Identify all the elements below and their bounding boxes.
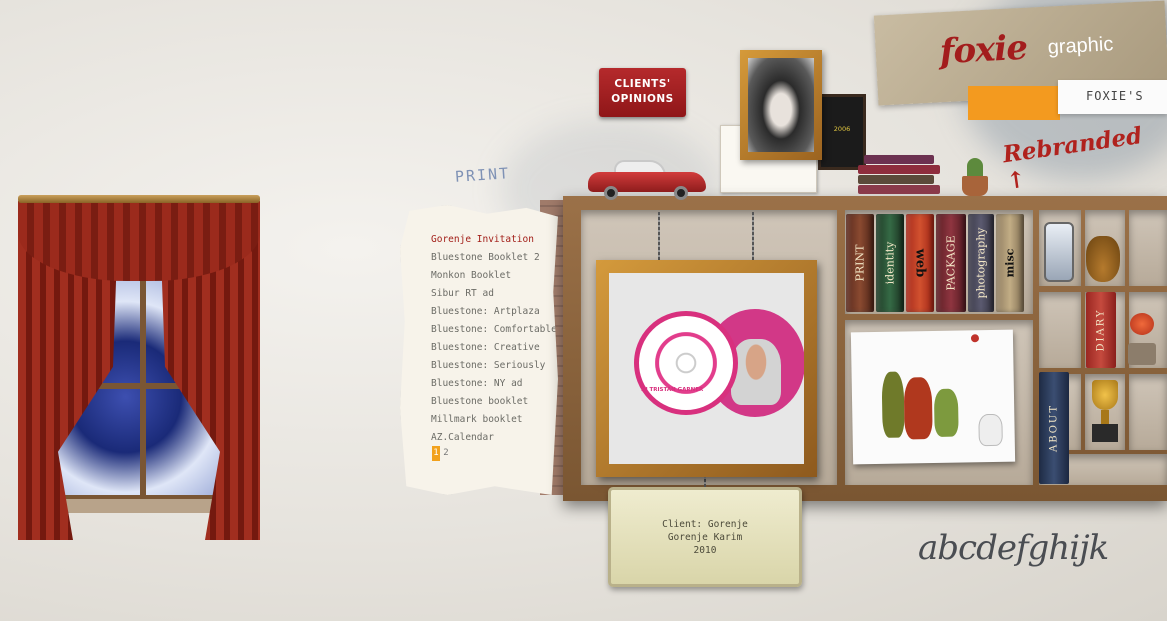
project-item[interactable]: Bluestone: Comfortable [431,321,557,339]
award-year: 2006 [833,125,851,133]
car-wheel [604,186,618,200]
bottle [881,371,905,438]
vase-icon [1086,236,1120,282]
project-item[interactable]: Gorenje Invitation [431,231,557,249]
cd-caption: DJ TRISTAN GARNER [641,387,704,393]
caption-project: Gorenje Karim [667,532,743,543]
trophy-icon [1088,380,1122,444]
caption-plaque: Client: Gorenje Gorenje Karim 2010 [608,487,802,587]
cactus-plant [960,158,990,196]
book-package[interactable]: PACKAGE [936,214,966,312]
clients-opinions-line2: OPINIONS [611,93,674,105]
project-item[interactable]: Bluestone: Creative [431,339,557,357]
project-item[interactable]: Bluestone: NY ad [431,375,557,393]
clients-opinions-line1: CLIENTS' [614,78,671,90]
project-item[interactable]: Sibur RT ad [431,285,557,303]
book-diary-label: DIARY [1095,308,1107,352]
page-2-button[interactable]: 2 [442,446,450,461]
logo-mark: foxie [938,27,1028,73]
cd-portrait [731,339,781,405]
window-scene [18,195,260,545]
about-book-link[interactable]: ABOUT [1039,372,1069,484]
book-web[interactable]: web [906,214,934,312]
cd-disc [634,311,738,415]
project-item[interactable]: AZ.Calendar [431,429,557,447]
shelf-compartment [1129,374,1167,450]
book-stack [858,155,940,201]
project-item[interactable]: Bluestone: Seriously [431,357,557,375]
project-item[interactable]: Monkon Booklet [431,267,557,285]
portfolio-preview-frame[interactable]: DJ TRISTAN GARNER [596,260,817,477]
book-misc[interactable]: misc [996,214,1024,312]
book-print-label: PRINT [853,244,867,282]
book-identity[interactable]: identity [876,214,904,312]
logo-word: graphic [1047,33,1114,59]
book-identity-label: identity [883,241,897,285]
toy-car [588,160,706,200]
book-package-label: PACKAGE [944,235,958,291]
project-item[interactable]: Bluestone: Artplaza [431,303,557,321]
hanging-chain [658,212,660,264]
bottle [933,388,959,437]
logo-tab-orange [968,86,1060,120]
portfolio-preview: DJ TRISTAN GARNER [609,273,804,464]
project-item[interactable]: Bluestone booklet [431,393,557,411]
portrait-frame [740,50,822,160]
car-wheel [674,186,688,200]
book-print[interactable]: PRINT [846,214,874,312]
clients-opinions-button[interactable]: CLIENTS' OPINIONS [599,68,686,117]
book-photography[interactable]: photography [968,214,994,312]
shelf-compartment [1039,292,1081,368]
foxies-link[interactable]: FOXIE'S [1086,89,1144,103]
page-1-button[interactable]: 1 [432,446,440,461]
book-diary[interactable]: DIARY [1086,292,1116,368]
book-web-label: web [912,248,928,278]
pencil-jar [978,413,1003,447]
arrow-up-icon: ↑ [1004,165,1028,196]
flower-icon [1124,313,1160,365]
pinned-still-life [850,329,1016,465]
calligraphy-decoration: abcdefghijk [918,528,1109,568]
curtain-rod [18,195,260,203]
stack-book [858,185,940,194]
pushpin-icon [970,334,980,343]
stack-book [858,165,940,174]
cactus [967,158,983,178]
caption-year: 2010 [693,545,717,556]
book-photography-label: photography [974,227,988,299]
stack-book [858,175,934,184]
shelf-compartment [1129,210,1167,286]
project-item[interactable]: Millmark booklet [431,411,557,429]
cactus-pot [962,176,988,196]
pager: 1 2 [432,446,450,461]
portrait-photo [748,58,814,152]
bottle [903,377,933,440]
book-about-label: ABOUT [1048,403,1060,453]
book-misc-label: misc [1003,248,1017,278]
caption-client: Client: Gorenje [662,519,748,530]
hanging-chain [752,212,754,264]
phone-icon [1044,222,1074,282]
foxies-tab: FOXIE'S [1058,80,1167,114]
project-list: Gorenje Invitation Bluestone Booklet 2 M… [431,231,557,447]
project-menu: Gorenje Invitation Bluestone Booklet 2 M… [400,205,558,495]
project-item[interactable]: Bluestone Booklet 2 [431,249,557,267]
stack-book [864,155,934,164]
section-label: PRINT [454,164,511,186]
